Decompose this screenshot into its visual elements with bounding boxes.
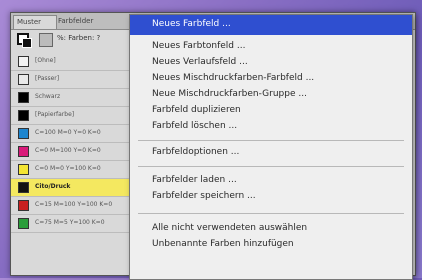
menu-separator: [138, 166, 404, 167]
swatch-color: [18, 182, 29, 193]
swatch-name: [Ohne]: [35, 57, 56, 64]
swatch-color: [18, 164, 29, 175]
menu-item-select-unused[interactable]: Alle nicht verwendeten auswählen: [152, 223, 307, 233]
swatch-name: Cito/Druck: [35, 183, 71, 190]
swatch-color: [18, 74, 29, 85]
menu-item-delete-swatch[interactable]: Farbfeld löschen ...: [152, 121, 237, 131]
menu-item-new-tint[interactable]: Neues Farbtonfeld ...: [152, 41, 245, 51]
toolbar-text: %: Farben: ?: [57, 34, 101, 42]
swatch-color: [18, 128, 29, 139]
swatch-name: C=100 M=0 Y=0 K=0: [35, 129, 101, 136]
panel-flyout-menu: Neues Farbfeld ... Neues Farbtonfeld ...…: [129, 14, 413, 280]
swatch-color: [18, 146, 29, 157]
fill-box-icon[interactable]: [17, 33, 32, 48]
swatch-color: [18, 56, 29, 67]
swatch-name: C=0 M=100 Y=0 K=0: [35, 147, 101, 154]
swatch-color: [18, 218, 29, 229]
swatch-name: [Passer]: [35, 75, 60, 82]
swatch-color: [18, 110, 29, 121]
menu-separator: [138, 213, 404, 214]
menu-item-swatch-options[interactable]: Farbfeldoptionen ...: [152, 147, 239, 157]
menu-item-duplicate-swatch[interactable]: Farbfeld duplizieren: [152, 105, 241, 115]
stroke-box-icon[interactable]: [39, 33, 53, 47]
menu-item-new-mixed-ink[interactable]: Neues Mischdruckfarben-Farbfeld ...: [152, 73, 314, 83]
menu-item-label: Neues Farbfeld ...: [152, 19, 231, 29]
swatch-name: C=15 M=100 Y=100 K=0: [35, 201, 113, 208]
swatch-name: C=75 M=5 Y=100 K=0: [35, 219, 105, 226]
tab-farbfelder[interactable]: Farbfelder: [55, 15, 119, 28]
menu-item-load-swatches[interactable]: Farbfelder laden ...: [152, 175, 237, 185]
swatch-color: [18, 92, 29, 103]
menu-item-add-unnamed-colors[interactable]: Unbenannte Farben hinzufügen: [152, 239, 294, 249]
swatch-name: Schwarz: [35, 93, 61, 100]
swatch-name: [Papierfarbe]: [35, 111, 75, 118]
swatch-name: C=0 M=0 Y=100 K=0: [35, 165, 101, 172]
menu-item-save-swatches[interactable]: Farbfelder speichern ...: [152, 191, 256, 201]
menu-separator: [138, 140, 404, 141]
menu-item-new-mixed-ink-group[interactable]: Neue Mischdruckfarben-Gruppe ...: [152, 89, 307, 99]
swatch-color: [18, 200, 29, 211]
tab-muster[interactable]: Muster: [13, 15, 57, 29]
menu-item-new-gradient[interactable]: Neues Verlaufsfeld ...: [152, 57, 248, 67]
menu-item-new-swatch[interactable]: Neues Farbfeld ...: [130, 15, 412, 35]
